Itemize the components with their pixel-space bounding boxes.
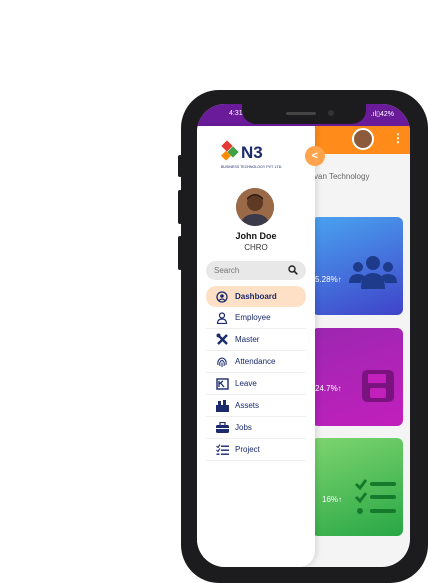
user-avatar-small[interactable] [352, 128, 374, 150]
briefcase-icon [215, 421, 229, 435]
menu-item-assets[interactable]: Assets [206, 395, 306, 417]
status-time: 4:31 [229, 110, 243, 117]
stat-value: 5.28%↑ [315, 275, 342, 284]
app-bar: ⋮ [312, 126, 410, 154]
svg-text:N3: N3 [241, 143, 263, 162]
tools-icon [215, 333, 229, 347]
phone-screen: 4:31 .ıl▯42% ⋮ van Technology 5.28%↑ 24.… [197, 104, 410, 567]
leave-icon [215, 377, 229, 391]
notch [242, 104, 366, 124]
chevron-left-icon: < [311, 150, 319, 162]
company-logo: N3 BUSINESS TECHNOLOGY PVT. LTD. [221, 138, 291, 172]
menu-item-master[interactable]: Master [206, 329, 306, 351]
status-battery: .ıl▯42% [371, 110, 394, 118]
search-input[interactable] [214, 264, 284, 277]
checklist-icon [354, 479, 396, 514]
signal-icon: .ıl▯ [370, 111, 380, 118]
stat-value: 16%↑ [322, 495, 343, 504]
close-drawer-button[interactable]: < [305, 146, 325, 166]
stat-card-assets[interactable]: 24.7%↑ [312, 328, 403, 426]
menu-item-label: Jobs [235, 423, 252, 432]
menu-item-employee[interactable]: Employee [206, 307, 306, 329]
menu-item-label: Master [235, 335, 260, 344]
menu-item-project[interactable]: Project [206, 439, 306, 461]
menu-item-label: Dashboard [235, 292, 277, 301]
search-icon[interactable] [288, 265, 298, 275]
stat-card-employees[interactable]: 5.28%↑ [312, 217, 403, 315]
stat-card-projects[interactable]: 16%↑ [312, 438, 403, 536]
search-bar [206, 261, 306, 280]
menu-item-label: Assets [235, 401, 260, 410]
battery-level: 42% [379, 111, 394, 118]
navigation-drawer: N3 BUSINESS TECHNOLOGY PVT. LTD. John Do… [197, 126, 315, 567]
menu-item-label: Employee [235, 313, 271, 322]
fingerprint-icon [215, 355, 229, 369]
assets-icon [215, 399, 229, 413]
user-name: John Doe [235, 231, 277, 241]
more-options-icon[interactable]: ⋮ [392, 131, 404, 145]
checklist-icon [215, 443, 229, 457]
menu-item-label: Attendance [235, 357, 276, 366]
dashboard-icon [215, 290, 229, 304]
drawer-menu: Dashboard Employee Master Attendance Lea… [206, 286, 306, 461]
menu-item-label: Project [235, 445, 260, 454]
menu-item-jobs[interactable]: Jobs [206, 417, 306, 439]
users-icon [349, 256, 397, 289]
user-avatar[interactable] [236, 188, 274, 226]
svg-text:BUSINESS TECHNOLOGY PVT. LTD.: BUSINESS TECHNOLOGY PVT. LTD. [221, 165, 282, 169]
menu-item-dashboard[interactable]: Dashboard [206, 286, 306, 307]
save-icon [362, 370, 394, 402]
user-role: CHRO [244, 243, 268, 252]
stat-value: 24.7%↑ [315, 384, 342, 393]
menu-item-attendance[interactable]: Attendance [206, 351, 306, 373]
company-name: van Technology [314, 172, 370, 181]
menu-item-label: Leave [235, 379, 257, 388]
menu-item-leave[interactable]: Leave [206, 373, 306, 395]
person-icon [215, 311, 229, 325]
